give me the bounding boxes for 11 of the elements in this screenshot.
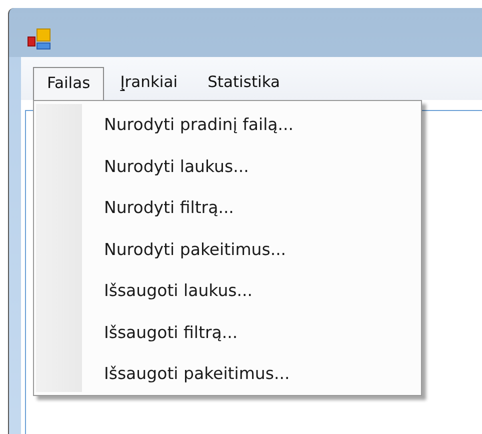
- menu-option[interactable]: Nurodyti filtrą...: [104, 187, 294, 228]
- menu-option[interactable]: Nurodyti pakeitimus...: [104, 228, 294, 270]
- menu-option[interactable]: Išsaugoti laukus...: [104, 270, 294, 312]
- menu-option[interactable]: Išsaugoti filtrą...: [104, 312, 294, 353]
- menu-item[interactable]: Failas: [33, 67, 104, 100]
- menu-option[interactable]: Nurodyti laukus...: [104, 146, 294, 187]
- app-icon: [27, 28, 53, 50]
- menu-option[interactable]: Nurodyti pradinį failą...: [104, 104, 294, 146]
- menu-item[interactable]: Įrankiai: [106, 66, 192, 100]
- menu-item[interactable]: Statistika: [194, 66, 294, 100]
- menu-option[interactable]: Išsaugoti pakeitimus...: [104, 353, 294, 394]
